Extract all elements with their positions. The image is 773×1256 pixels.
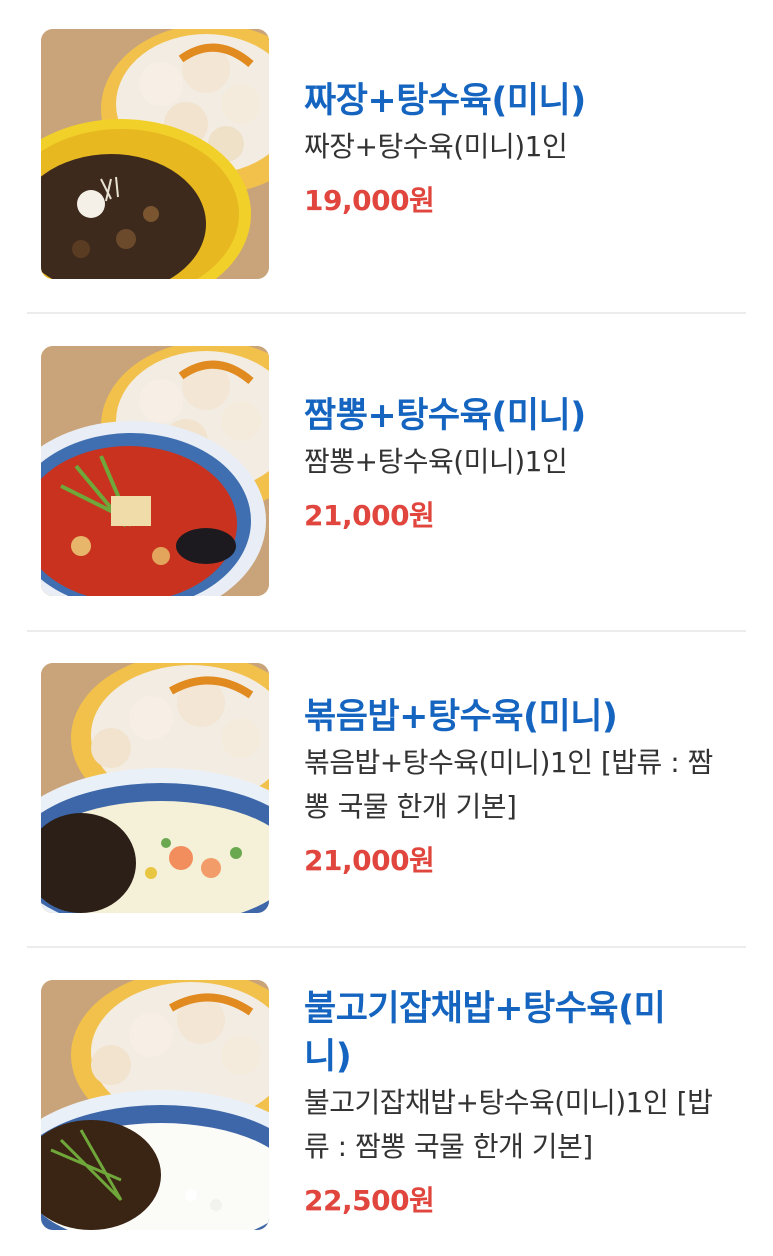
menu-item-price: 22,500원 xyxy=(304,1184,435,1217)
menu-item-info: 짜장+탕수육(미니) 짜장+탕수육(미니)1인 19,000원 xyxy=(304,77,744,221)
bulgogi-japchae-rice-tangsuyuk-photo-icon xyxy=(41,980,269,1230)
menu-item[interactable]: 짬뽕+탕수육(미니) 짬뽕+탕수육(미니)1인 21,000원 xyxy=(0,314,773,630)
menu-item[interactable]: 짜장+탕수육(미니) 짜장+탕수육(미니)1인 19,000원 xyxy=(0,0,773,312)
menu-item-description: 짬뽕+탕수육(미니)1인 xyxy=(304,445,568,478)
menu-item-photo[interactable] xyxy=(41,663,269,913)
menu-item-description: 불고기잡채밥+탕수육(미니)1인 [밥류 : 짬뽕 국물 한개 기본] xyxy=(304,1086,713,1163)
jjamppong-tangsuyuk-photo-icon xyxy=(41,346,269,596)
menu-item-photo[interactable] xyxy=(41,29,269,279)
menu-item-title[interactable]: 짜장+탕수육(미니) xyxy=(304,77,744,125)
menu-item-description: 볶음밥+탕수육(미니)1인 [밥류 : 짬뽕 국물 한개 기본] xyxy=(304,746,713,823)
menu-item-price: 21,000원 xyxy=(304,844,435,877)
menu-item-info: 볶음밥+탕수육(미니) 볶음밥+탕수육(미니)1인 [밥류 : 짬뽕 국물 한개… xyxy=(304,693,744,881)
menu-item[interactable]: 볶음밥+탕수육(미니) 볶음밥+탕수육(미니)1인 [밥류 : 짬뽕 국물 한개… xyxy=(0,632,773,946)
menu-item-title[interactable]: 불고기잡채밥+탕수육(미니) xyxy=(304,985,704,1081)
menu-item-info: 짬뽕+탕수육(미니) 짬뽕+탕수육(미니)1인 21,000원 xyxy=(304,392,744,536)
menu-item-info: 불고기잡채밥+탕수육(미니) 불고기잡채밥+탕수육(미니)1인 [밥류 : 짬뽕… xyxy=(304,985,744,1221)
menu-item-photo[interactable] xyxy=(41,346,269,596)
menu-item-price: 21,000원 xyxy=(304,499,435,532)
menu-item-title[interactable]: 짬뽕+탕수육(미니) xyxy=(304,392,744,440)
menu-item[interactable]: 불고기잡채밥+탕수육(미니) 불고기잡채밥+탕수육(미니)1인 [밥류 : 짬뽕… xyxy=(0,948,773,1256)
menu-item-title[interactable]: 볶음밥+탕수육(미니) xyxy=(304,693,744,741)
menu-item-description: 짜장+탕수육(미니)1인 xyxy=(304,130,568,163)
menu-item-photo[interactable] xyxy=(41,980,269,1230)
menu-item-price: 19,000원 xyxy=(304,184,435,217)
menu-list: 짜장+탕수육(미니) 짜장+탕수육(미니)1인 19,000원 짬뽕+탕수육(미… xyxy=(0,0,773,1256)
jajang-tangsuyuk-photo-icon xyxy=(41,29,269,279)
fried-rice-tangsuyuk-photo-icon xyxy=(41,663,269,913)
